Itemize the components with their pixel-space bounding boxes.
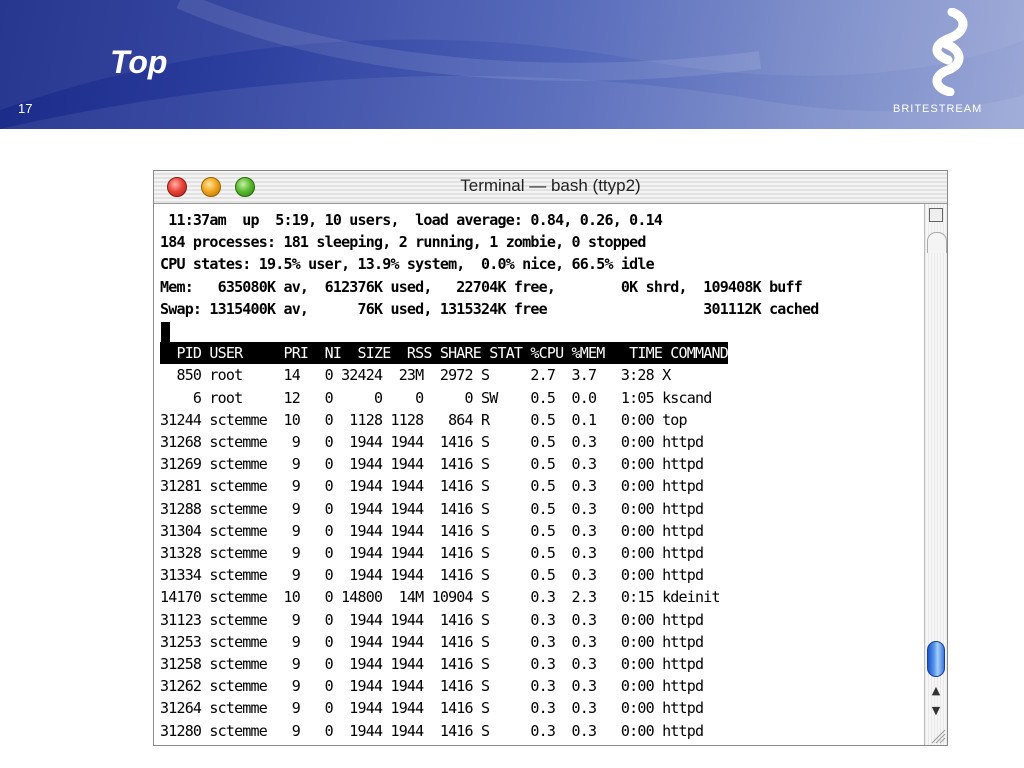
- cursor-line: [160, 320, 818, 343]
- process-row: 31281 sctemme 9 0 1944 1944 1416 S 0.5 0…: [160, 477, 704, 496]
- process-table: 850 root 14 0 32424 23M 2972 S 2.7 3.7 3…: [160, 364, 818, 741]
- process-row: 31123 sctemme 9 0 1944 1944 1416 S 0.3 0…: [160, 610, 704, 629]
- process-row: 6 root 12 0 0 0 0 SW 0.5 0.0 1:05 kscand: [160, 388, 712, 407]
- process-row: 31328 sctemme 9 0 1944 1944 1416 S 0.5 0…: [160, 544, 704, 563]
- process-row: 850 root 14 0 32424 23M 2972 S 2.7 3.7 3…: [160, 366, 671, 385]
- text-cursor: [161, 322, 170, 343]
- scroll-track-top: [927, 232, 947, 253]
- process-row: 31258 sctemme 9 0 1944 1944 1416 S 0.3 0…: [160, 655, 704, 674]
- top-summary: 11:37am up 5:19, 10 users, load average:…: [160, 209, 819, 320]
- process-row: 31304 sctemme 9 0 1944 1944 1416 S 0.5 0…: [160, 521, 704, 540]
- terminal-window: Terminal — bash (ttyp2) 11:37am up 5:19,…: [153, 170, 948, 746]
- britestream-logo-icon: [932, 8, 968, 96]
- process-row: 31262 sctemme 9 0 1944 1944 1416 S 0.3 0…: [160, 677, 704, 696]
- terminal-output: 11:37am up 5:19, 10 users, load average:…: [160, 209, 819, 742]
- slide-number: 17: [18, 101, 33, 116]
- slide-title: Top: [110, 44, 168, 80]
- processes-line: 184 processes: 181 sleeping, 2 running, …: [160, 233, 646, 252]
- slide-header: Top 17 BRITESTREAM: [0, 0, 1024, 129]
- process-row: 14170 sctemme 10 0 14800 14M 10904 S 0.3…: [160, 588, 721, 607]
- process-row: 31288 sctemme 9 0 1944 1944 1416 S 0.5 0…: [160, 499, 704, 518]
- process-row: 31244 sctemme 10 0 1128 1128 864 R 0.5 0…: [160, 410, 688, 429]
- logo-text: BRITESTREAM: [893, 103, 983, 115]
- scroll-thumb[interactable]: [927, 641, 945, 677]
- window-title: Terminal — bash (ttyp2): [460, 176, 641, 195]
- swap-line: Swap: 1315400K av, 76K used, 1315324K fr…: [160, 299, 819, 318]
- scroll-down-arrow-icon[interactable]: ▼: [927, 701, 945, 721]
- process-table-header: PID USER PRI NI SIZE RSS SHARE STAT %CPU…: [160, 342, 729, 365]
- scroll-up-arrow-icon[interactable]: ▲: [927, 681, 945, 701]
- split-pane-icon[interactable]: [929, 208, 943, 222]
- terminal-content[interactable]: 11:37am up 5:19, 10 users, load average:…: [154, 204, 924, 745]
- process-row: 31280 sctemme 9 0 1944 1944 1416 S 0.3 0…: [160, 721, 704, 740]
- process-row: 31264 sctemme 9 0 1944 1944 1416 S 0.3 0…: [160, 699, 704, 718]
- cpu-states-line: CPU states: 19.5% user, 13.9% system, 0.…: [160, 255, 655, 274]
- uptime-line: 11:37am up 5:19, 10 users, load average:…: [160, 211, 663, 229]
- process-row: 31269 sctemme 9 0 1944 1944 1416 S 0.5 0…: [160, 455, 704, 474]
- window-titlebar[interactable]: Terminal — bash (ttyp2): [154, 171, 947, 204]
- vertical-scrollbar[interactable]: ▲ ▼: [924, 204, 947, 745]
- process-row: 31253 sctemme 9 0 1944 1944 1416 S 0.3 0…: [160, 632, 704, 651]
- process-row: 31268 sctemme 9 0 1944 1944 1416 S 0.5 0…: [160, 433, 704, 452]
- resize-grip-icon[interactable]: [924, 723, 947, 745]
- memory-line: Mem: 635080K av, 612376K used, 22704K fr…: [160, 277, 803, 296]
- process-row: 31334 sctemme 9 0 1944 1944 1416 S 0.5 0…: [160, 566, 704, 585]
